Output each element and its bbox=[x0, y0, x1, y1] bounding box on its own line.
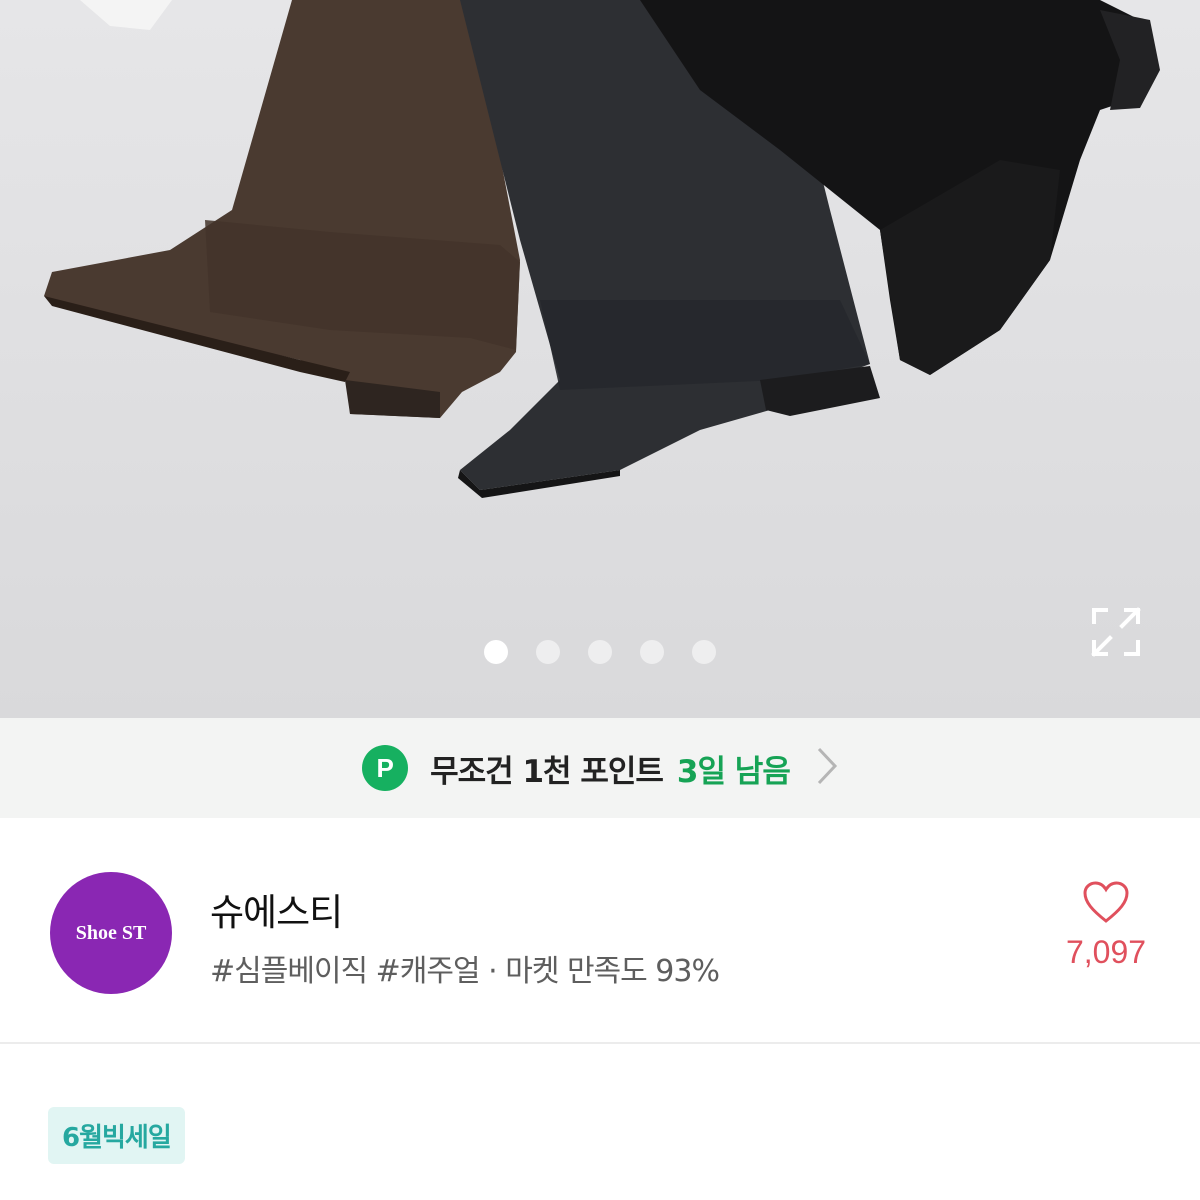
boots-photo bbox=[44, 0, 1160, 498]
like-count: 7,097 bbox=[1065, 934, 1147, 970]
product-page: P 무조건 1천 포인트 3일 남음 Shoe ST 슈에스티 #심플베이직 #… bbox=[0, 0, 1200, 1200]
chevron-right-icon bbox=[816, 746, 838, 790]
shop-logo-text: Shoe ST bbox=[75, 921, 147, 944]
like-button[interactable]: 7,097 bbox=[1060, 880, 1152, 990]
carousel-dot-2[interactable] bbox=[536, 640, 560, 664]
product-title-clipped bbox=[48, 1188, 1048, 1200]
heart-icon bbox=[1082, 880, 1130, 928]
banner-text: 무조건 1천 포인트 bbox=[430, 753, 664, 790]
shop-logo[interactable]: Shoe ST bbox=[50, 872, 172, 994]
carousel-dot-1[interactable] bbox=[484, 640, 508, 664]
carousel-dot-3[interactable] bbox=[588, 640, 612, 664]
shop-info[interactable]: Shoe ST 슈에스티 #심플베이직 #캐주얼 · 마켓 만족도 93% 7,… bbox=[0, 818, 1200, 1044]
point-icon: P bbox=[362, 745, 409, 791]
sale-badge: 6월빅세일 bbox=[48, 1107, 185, 1164]
carousel-dot-4[interactable] bbox=[640, 640, 664, 664]
banner-days-left: 3일 남음 bbox=[676, 753, 791, 790]
expand-arrows-icon[interactable] bbox=[1088, 604, 1144, 660]
product-image-carousel[interactable] bbox=[0, 0, 1200, 718]
product-title-fragment bbox=[48, 1188, 1048, 1200]
carousel-dot-5[interactable] bbox=[692, 640, 716, 664]
carousel-pagination bbox=[484, 640, 716, 664]
point-promo-banner[interactable]: P 무조건 1천 포인트 3일 남음 bbox=[0, 718, 1200, 818]
shop-tags: #심플베이직 #캐주얼 · 마켓 만족도 93% bbox=[210, 954, 720, 989]
shop-name[interactable]: 슈에스티 bbox=[210, 882, 343, 936]
